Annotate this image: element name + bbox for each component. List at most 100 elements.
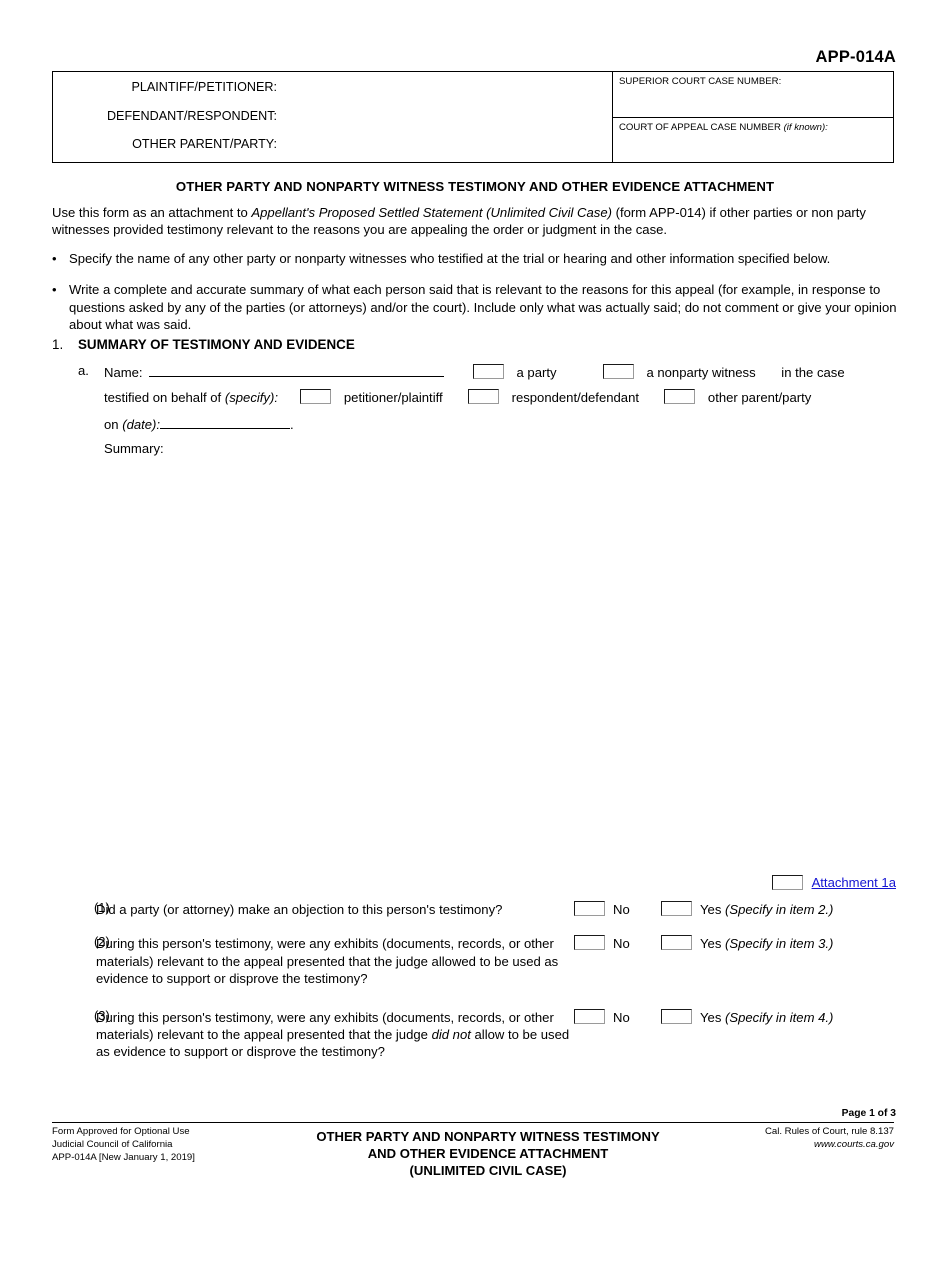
answer-yes: Yes (Specify in item 4.) [661, 1008, 833, 1025]
section-1-title: SUMMARY OF TESTIMONY AND EVIDENCE [78, 337, 355, 352]
footer-title-line-1: OTHER PARTY AND NONPARTY WITNESS TESTIMO… [316, 1129, 660, 1144]
court-of-appeal-case-number-field[interactable]: COURT OF APPEAL CASE NUMBER (if known): [613, 118, 893, 163]
superior-court-case-number-field[interactable]: SUPERIOR COURT CASE NUMBER: [613, 72, 893, 118]
testified-row: testified on behalf of (specify): petiti… [52, 389, 912, 415]
question-number: (1) [94, 900, 110, 915]
footer-website: www.courts.ca.gov [814, 1138, 894, 1150]
answer-no: No [574, 935, 661, 951]
attachment-row: Attachment 1a [771, 875, 896, 890]
date-specify: (date): [122, 417, 161, 432]
checkbox-petitioner-plaintiff[interactable] [300, 389, 332, 404]
date-period: . [290, 417, 294, 432]
checkbox-a-party[interactable] [472, 364, 504, 379]
footer-council-line: Judicial Council of California [52, 1138, 173, 1150]
label-q1-yes-specify: (Specify in item 2.) [725, 902, 834, 917]
intro-text-1: Use this form as an attachment to [52, 205, 252, 220]
label-q1-yes: Yes [700, 902, 725, 917]
label-q3-yes: Yes [700, 1009, 725, 1025]
checkbox-q2-yes[interactable] [661, 935, 692, 951]
label-a-nonparty-witness: a nonparty witness [646, 365, 756, 380]
answer-no: No [574, 1008, 661, 1025]
testified-row-body: testified on behalf of (specify): petiti… [104, 389, 912, 405]
label-q1-no: No [613, 902, 630, 917]
attachment-1a-link[interactable]: Attachment 1a [812, 875, 896, 890]
instruction-bullets: • Specify the name of any other party or… [52, 250, 900, 348]
question-row: (1) Did a party (or attorney) make an ob… [52, 900, 912, 918]
checkbox-other-parent-party[interactable] [664, 389, 696, 404]
question-text: During this person's testimony, were any… [96, 936, 559, 987]
form-number: APP-014A [815, 48, 896, 66]
footer-rules-citation: Cal. Rules of Court, rule 8.137 [764, 1126, 894, 1137]
party-label-other-parent: OTHER PARENT/PARTY: [132, 137, 277, 152]
bullet-text: Write a complete and accurate summary of… [69, 282, 897, 333]
checkbox-q3-yes[interactable] [661, 1008, 692, 1024]
name-row: a. Name: a party a nonparty witness in t… [52, 363, 912, 389]
name-row-body: Name: a party a nonparty witness in the … [104, 363, 912, 380]
document-title: OTHER PARTY AND NONPARTY WITNESS TESTIMO… [175, 179, 775, 194]
checkbox-q1-yes[interactable] [661, 901, 692, 916]
date-input[interactable] [160, 415, 291, 429]
question-answers: No Yes (Specify in item 3.) [574, 934, 912, 951]
bullet-text: Specify the name of any other party or n… [69, 251, 831, 266]
label-q2-yes-specify: (Specify in item 3.) [725, 936, 834, 952]
question-answers: No Yes (Specify in item 4.) [574, 1008, 912, 1025]
intro-form-name: Appellant's Proposed Settled Statement (… [251, 205, 612, 220]
footer-divider [52, 1122, 894, 1123]
questions-list: (1) Did a party (or attorney) make an ob… [52, 900, 912, 1078]
question-3-did-not: did not [431, 1027, 471, 1043]
summary-row-body: Summary: [104, 441, 912, 456]
question-number: (3) [94, 1007, 110, 1023]
section-1-heading: 1. SUMMARY OF TESTIMONY AND EVIDENCE [52, 337, 355, 352]
testified-label: testified on behalf of [104, 390, 225, 405]
page-number: Page 1 of 3 [841, 1108, 896, 1119]
party-label-plaintiff: PLAINTIFF/PETITIONER: [131, 80, 277, 94]
footer-title-line-2: AND OTHER EVIDENCE ATTACHMENT [367, 1146, 609, 1162]
bullet-dot-icon: • [52, 251, 57, 266]
caption-parties: PLAINTIFF/PETITIONER: DEFENDANT/RESPONDE… [53, 72, 613, 162]
answer-no: No [574, 901, 661, 917]
label-petitioner-plaintiff: petitioner/plaintiff [343, 390, 443, 405]
intro-paragraph: Use this form as an attachment to Appell… [52, 204, 897, 239]
label-q2-yes: Yes [700, 936, 725, 952]
bullet-item: • Specify the name of any other party or… [52, 250, 900, 267]
name-label: Name: [104, 365, 143, 380]
question-text: During this person's testimony, were any… [96, 1008, 574, 1061]
summary-textarea[interactable] [140, 460, 900, 860]
checkbox-q2-no[interactable] [574, 935, 605, 951]
party-label-defendant: DEFENDANT/RESPONDENT: [106, 108, 277, 123]
date-row: on (date):. [52, 415, 912, 441]
footer-left: Form Approved for Optional Use Judicial … [52, 1126, 302, 1179]
item-letter-a: a. [78, 363, 89, 378]
testified-specify: (specify): [224, 390, 278, 405]
court-of-appeal-case-number-label: COURT OF APPEAL CASE NUMBER [619, 121, 784, 133]
checkbox-attachment-1a[interactable] [771, 875, 803, 890]
section-1-number: 1. [52, 337, 64, 352]
label-other-parent-party: other parent/party [707, 390, 812, 405]
form-page: APP-014A PLAINTIFF/PETITIONER: DEFENDANT… [0, 0, 950, 1286]
footer-form-revision: APP-014A [New January 1, 2019] [52, 1151, 195, 1163]
question-text: Did a party (or attorney) make an object… [96, 902, 503, 917]
checkbox-respondent-defendant[interactable] [467, 389, 499, 404]
label-respondent-defendant: respondent/defendant [511, 390, 639, 405]
name-input[interactable] [148, 363, 444, 377]
question-answers: No Yes (Specify in item 2.) [574, 900, 912, 917]
on-label: on [104, 417, 123, 432]
summary-label: Summary: [104, 441, 164, 456]
footer: Form Approved for Optional Use Judicial … [52, 1126, 894, 1179]
date-row-body: on (date):. [104, 415, 912, 432]
footer-center: OTHER PARTY AND NONPARTY WITNESS TESTIMO… [302, 1126, 674, 1179]
checkbox-q1-no[interactable] [574, 901, 605, 916]
footer-approved-line: Form Approved for Optional Use [52, 1126, 190, 1137]
label-q2-no: No [613, 936, 630, 952]
item-1a: a. Name: a party a nonparty witness in t… [52, 363, 912, 467]
checkbox-q3-no[interactable] [574, 1008, 605, 1024]
answer-yes: Yes (Specify in item 3.) [661, 935, 833, 951]
bullet-item: • Write a complete and accurate summary … [52, 281, 900, 333]
footer-title-line-3: (UNLIMITED CIVIL CASE) [409, 1163, 567, 1179]
footer-right: Cal. Rules of Court, rule 8.137 www.cour… [674, 1126, 894, 1179]
label-a-party: a party [516, 365, 557, 380]
caption-box: PLAINTIFF/PETITIONER: DEFENDANT/RESPONDE… [52, 71, 894, 163]
label-in-the-case: in the case [781, 365, 845, 380]
superior-court-case-number-label: SUPERIOR COURT CASE NUMBER: [619, 76, 782, 87]
checkbox-a-nonparty-witness[interactable] [602, 364, 634, 379]
